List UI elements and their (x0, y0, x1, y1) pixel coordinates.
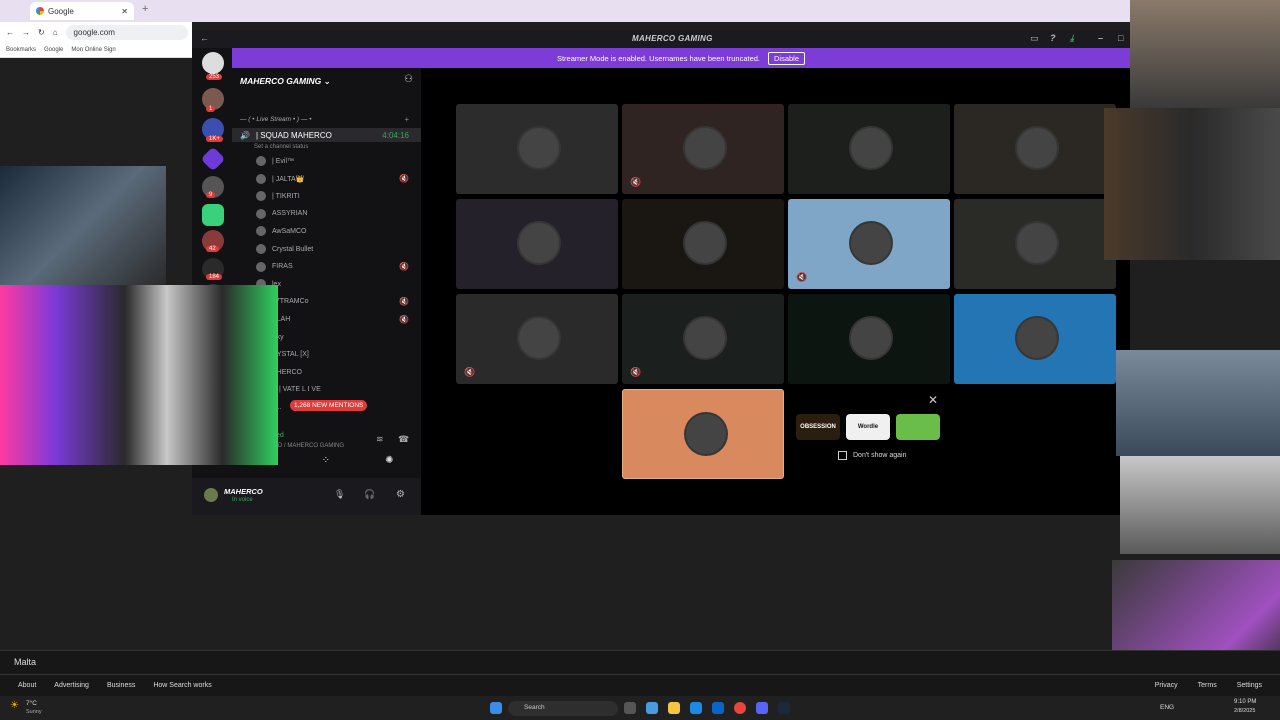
video-tile[interactable] (456, 104, 618, 194)
address-bar-row: ← → ↻ ⌂ google.com (0, 22, 192, 42)
clock-time[interactable]: 9:10 PM (1234, 699, 1256, 705)
participant-avatar (849, 126, 893, 170)
copilot-icon[interactable] (646, 702, 658, 714)
webcam-overlay (0, 166, 166, 286)
store-icon[interactable] (712, 702, 724, 714)
bookmark-item[interactable]: Bookmarks (6, 47, 36, 53)
close-tab-icon[interactable]: ✕ (121, 7, 128, 16)
activity-obsession[interactable]: OBSESSION (796, 414, 840, 440)
footer-location: Malta (0, 650, 1280, 674)
windows-start-icon[interactable] (490, 702, 502, 714)
muted-icon: 🔇 (630, 367, 642, 377)
discord-icon[interactable] (756, 702, 768, 714)
activity-wordle[interactable]: Wordle (846, 414, 890, 440)
tab-google[interactable]: Google ✕ (30, 2, 134, 20)
weather-icon: ☀ (10, 700, 19, 711)
muted-icon: 🔇 (630, 177, 642, 187)
footer-link[interactable]: Business (107, 682, 135, 689)
back-icon[interactable]: ← (6, 28, 14, 37)
video-tile[interactable] (788, 294, 950, 384)
new-tab-icon[interactable]: + (142, 3, 148, 15)
bookmark-item[interactable]: Mon Online Sign (71, 47, 115, 53)
footer-link[interactable]: About (18, 682, 36, 689)
video-tile[interactable] (954, 199, 1116, 289)
participant-avatar (683, 221, 727, 265)
dont-show-label: Don't show again (853, 452, 907, 459)
video-tile-self[interactable] (622, 389, 784, 479)
video-tile[interactable]: 🔇 (622, 294, 784, 384)
activity-farm[interactable] (896, 414, 940, 440)
muted-icon: 🔇 (464, 367, 476, 377)
url-input[interactable]: google.com (65, 24, 188, 40)
weather-temp[interactable]: 7°C (26, 700, 37, 707)
video-tile[interactable] (622, 199, 784, 289)
participant-avatar (684, 412, 728, 456)
weather-desc: Sunny (26, 709, 42, 715)
webcam-overlay (1120, 456, 1280, 554)
participant-avatar (517, 221, 561, 265)
steam-icon[interactable] (778, 702, 790, 714)
bookmark-item[interactable]: Google (44, 47, 63, 53)
chrome-icon[interactable] (734, 702, 746, 714)
participant-avatar (517, 316, 561, 360)
reload-icon[interactable]: ↻ (38, 28, 45, 37)
footer-link[interactable]: Settings (1237, 682, 1262, 689)
video-tile[interactable] (456, 199, 618, 289)
webcam-overlay (0, 285, 278, 465)
video-tile[interactable]: 🔇 (788, 199, 950, 289)
participant-avatar (517, 126, 561, 170)
search-label: Search (524, 704, 545, 711)
checkbox[interactable] (838, 451, 847, 460)
webcam-overlay (1130, 0, 1280, 108)
participant-avatar (683, 126, 727, 170)
bookmarks-bar: Bookmarks Google Mon Online Sign (0, 42, 192, 58)
video-grid: 🔇 🔇 🔇 🔇 (192, 30, 1130, 515)
task-view-icon[interactable] (624, 702, 636, 714)
dont-show-again[interactable]: Don't show again (838, 451, 906, 460)
taskbar-search[interactable]: Search (508, 701, 618, 716)
taskbar: ☀ 7°C Sunny Search ENG 9:10 PM 2/8/2025 (0, 696, 1280, 720)
participant-avatar (1015, 126, 1059, 170)
participant-avatar (849, 221, 893, 265)
discord-window: ← MAHERCO GAMING ▭ ? ⤓ – □ Streamer Mode… (192, 30, 1130, 515)
language-indicator[interactable]: ENG (1160, 704, 1174, 711)
muted-icon: 🔇 (796, 272, 808, 282)
footer-link[interactable]: Terms (1198, 682, 1217, 689)
video-tile[interactable] (954, 104, 1116, 194)
clock-date: 2/8/2025 (1234, 708, 1256, 714)
participant-avatar (1015, 221, 1059, 265)
close-icon[interactable]: ✕ (928, 393, 938, 407)
browser-tabstrip: Google ✕ + (0, 0, 1280, 22)
webcam-overlay (1116, 350, 1280, 456)
webcam-overlay (1104, 108, 1280, 260)
forward-icon[interactable]: → (22, 28, 30, 37)
participant-avatar (1015, 316, 1059, 360)
footer-link[interactable]: How Search works (153, 682, 211, 689)
home-icon[interactable]: ⌂ (53, 28, 58, 37)
google-favicon-icon (36, 7, 44, 15)
video-tile[interactable]: 🔇 (456, 294, 618, 384)
location-text: Malta (14, 657, 37, 667)
video-tile[interactable] (954, 294, 1116, 384)
footer-link[interactable]: Advertising (54, 682, 89, 689)
google-footer: About Advertising Business How Search wo… (0, 674, 1280, 696)
participant-avatar (683, 316, 727, 360)
participant-avatar (849, 316, 893, 360)
file-explorer-icon[interactable] (668, 702, 680, 714)
edge-icon[interactable] (690, 702, 702, 714)
footer-link[interactable]: Privacy (1155, 682, 1178, 689)
video-tile[interactable]: 🔇 (622, 104, 784, 194)
tab-title: Google (48, 6, 74, 16)
activity-suggestion: ✕ OBSESSION Wordle (792, 390, 950, 480)
video-tile[interactable] (788, 104, 950, 194)
